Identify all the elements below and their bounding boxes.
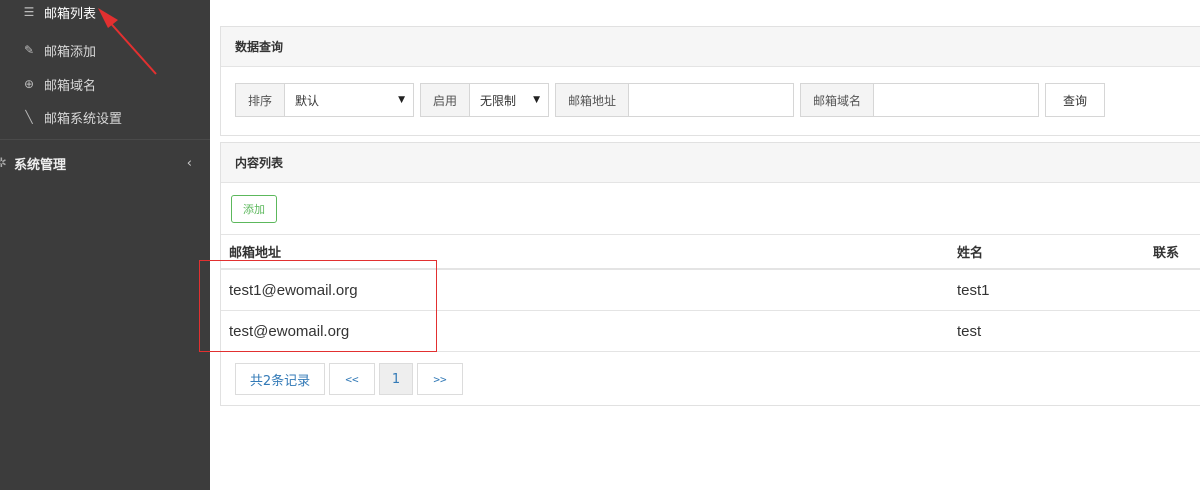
sort-select[interactable]: 默认 ▼ (285, 84, 413, 116)
pagination-next[interactable]: >> (417, 363, 463, 395)
dropdown-caret-icon: ▼ (533, 95, 541, 105)
pencil-icon: ✎ (23, 43, 35, 57)
sidebar-item-label: 邮箱域名 (44, 78, 97, 94)
sidebar-item-mail-settings[interactable]: ╲ 邮箱系统设置 (0, 105, 210, 129)
list-panel: 内容列表 添加 邮箱地址 姓名 联系 test1@ewomail.org tes… (220, 142, 1200, 406)
enable-label: 启用 (421, 84, 471, 116)
add-button[interactable]: 添加 (231, 195, 277, 223)
cell-email: test1@ewomail.org (229, 281, 358, 299)
table-row[interactable]: test1@ewomail.org test1 (221, 270, 1200, 311)
domain-input[interactable] (874, 84, 1038, 116)
column-header-contact[interactable]: 联系 (1153, 235, 1179, 268)
pagination-current-page[interactable]: 1 (379, 363, 413, 395)
query-form: 排序 默认 ▼ 启用 无限制 ▼ 邮箱地址 邮箱域名 查询 (235, 83, 1106, 117)
chevron-left-icon: ‹ (186, 155, 192, 171)
sidebar-item-label: 邮箱添加 (44, 44, 97, 60)
sidebar-group-label: 系统管理 (14, 157, 67, 173)
wrench-icon: ╲ (25, 110, 33, 124)
cell-name: test1 (957, 281, 990, 299)
sidebar-item-label: 邮箱系统设置 (44, 111, 123, 127)
gear-icon: ✲ (0, 155, 7, 171)
annotation-arrow (98, 8, 157, 75)
pagination-prev[interactable]: << (329, 363, 375, 395)
enable-select[interactable]: 无限制 ▼ (470, 84, 548, 116)
cell-email: test@ewomail.org (229, 322, 350, 340)
list-icon: ☰ (23, 5, 35, 19)
sidebar-group-system-management[interactable]: ✲ 系统管理 ‹ (0, 151, 210, 175)
column-header-email[interactable]: 邮箱地址 (229, 235, 281, 268)
sort-select-value: 默认 (295, 93, 320, 108)
domain-label: 邮箱域名 (801, 84, 875, 116)
globe-icon: ⊕ (23, 77, 35, 91)
query-panel: 数据查询 排序 默认 ▼ 启用 无限制 ▼ 邮箱地址 邮箱域名 查询 (220, 26, 1200, 136)
enable-filter: 启用 无限制 ▼ (420, 83, 550, 117)
pagination: 共2条记录 << 1 >> (235, 363, 467, 395)
table-header: 邮箱地址 姓名 联系 (221, 234, 1200, 270)
list-panel-title: 内容列表 (221, 143, 1200, 183)
sidebar-item-label: 邮箱列表 (44, 6, 97, 22)
email-label: 邮箱地址 (556, 84, 630, 116)
table-row[interactable]: test@ewomail.org test (221, 311, 1200, 352)
domain-filter: 邮箱域名 (800, 83, 1040, 117)
sort-label: 排序 (236, 84, 286, 116)
enable-select-value: 无限制 (480, 93, 517, 108)
query-panel-title: 数据查询 (221, 27, 1200, 67)
search-button[interactable]: 查询 (1045, 83, 1106, 117)
sort-filter: 排序 默认 ▼ (235, 83, 415, 117)
email-input[interactable] (629, 84, 793, 116)
cell-name: test (957, 322, 982, 340)
dropdown-caret-icon: ▼ (398, 95, 406, 105)
email-filter: 邮箱地址 (555, 83, 795, 117)
column-header-name[interactable]: 姓名 (957, 235, 983, 268)
pagination-total: 共2条记录 (235, 363, 325, 395)
sidebar-divider (0, 139, 210, 140)
